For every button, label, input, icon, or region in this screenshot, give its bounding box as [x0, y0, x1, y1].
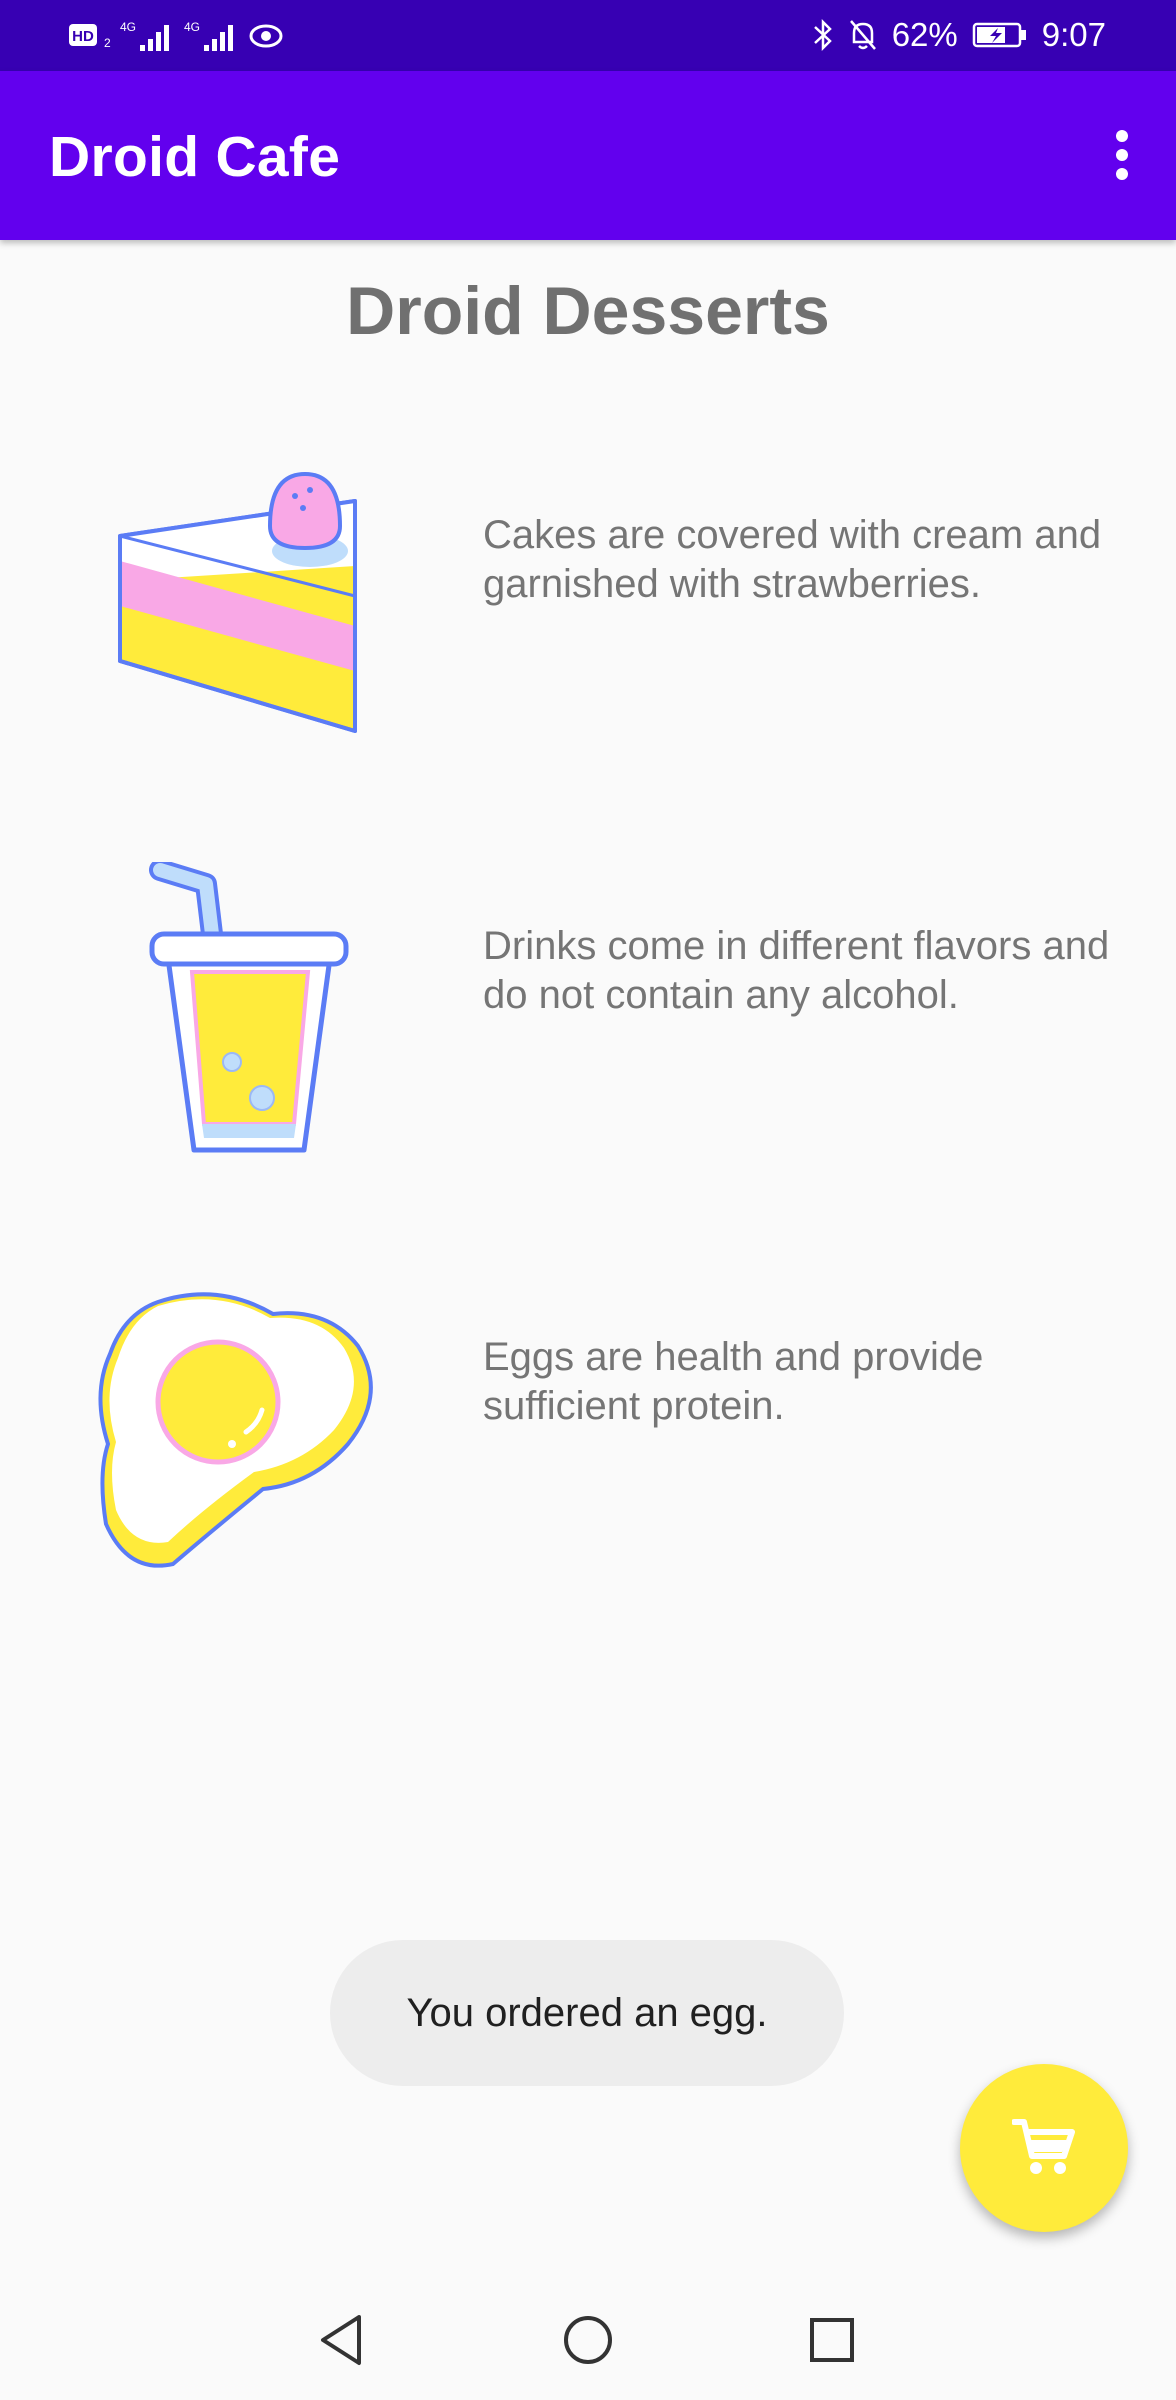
status-left-icons: HD 2 4G 4G	[68, 16, 284, 56]
nav-recents-button[interactable]	[802, 2310, 862, 2370]
recents-square-icon	[810, 2318, 854, 2362]
battery-percent: 62%	[891, 16, 958, 53]
system-nav-bar	[0, 2280, 1176, 2400]
toast-text: You ordered an egg.	[406, 1990, 768, 2035]
home-circle-icon	[564, 2316, 612, 2364]
bluetooth-icon	[813, 18, 832, 52]
egg-description: Eggs are health and provide sufficient p…	[483, 1335, 984, 1428]
signal-icon-1: 4G	[120, 20, 169, 51]
nav-back-button[interactable]	[312, 2310, 372, 2370]
cake-image-button[interactable]	[110, 466, 366, 736]
status-right-icons: 62% 9:07	[812, 12, 1106, 58]
drink-icon	[149, 859, 349, 1153]
drink-image-button[interactable]	[146, 859, 352, 1154]
shopping-cart-fab[interactable]	[960, 2064, 1128, 2232]
egg-image-button[interactable]	[98, 1284, 382, 1568]
svg-text:HD: HD	[72, 28, 94, 45]
overflow-menu-button[interactable]	[1092, 115, 1152, 195]
egg-icon	[98, 1292, 373, 1568]
battery-icon	[972, 22, 1026, 48]
toast-message: You ordered an egg.	[330, 1940, 844, 2086]
notifications-off-icon	[849, 20, 876, 50]
svg-text:4G: 4G	[120, 20, 136, 34]
app-title: Droid Cafe	[49, 125, 341, 189]
svg-text:2: 2	[104, 36, 111, 50]
page-title: Droid Desserts	[346, 273, 830, 349]
hd-icon: HD 2	[69, 24, 111, 50]
svg-text:4G: 4G	[184, 20, 200, 34]
shopping-cart-icon	[1012, 2119, 1075, 2174]
clock: 9:07	[1041, 16, 1106, 53]
back-triangle-icon	[321, 2315, 361, 2365]
eye-icon	[249, 24, 283, 48]
more-vert-icon	[1116, 130, 1128, 180]
signal-icon-2: 4G	[184, 20, 233, 51]
cake-icon	[118, 471, 357, 733]
cake-description: Cakes are covered with cream and garnish…	[483, 513, 1102, 606]
drink-description: Drinks come in different flavors and do …	[483, 924, 1110, 1017]
nav-home-button[interactable]	[558, 2310, 618, 2370]
app-bar: Droid Cafe	[0, 71, 1176, 240]
status-bar: HD 2 4G 4G 62% 9:07	[0, 0, 1176, 71]
